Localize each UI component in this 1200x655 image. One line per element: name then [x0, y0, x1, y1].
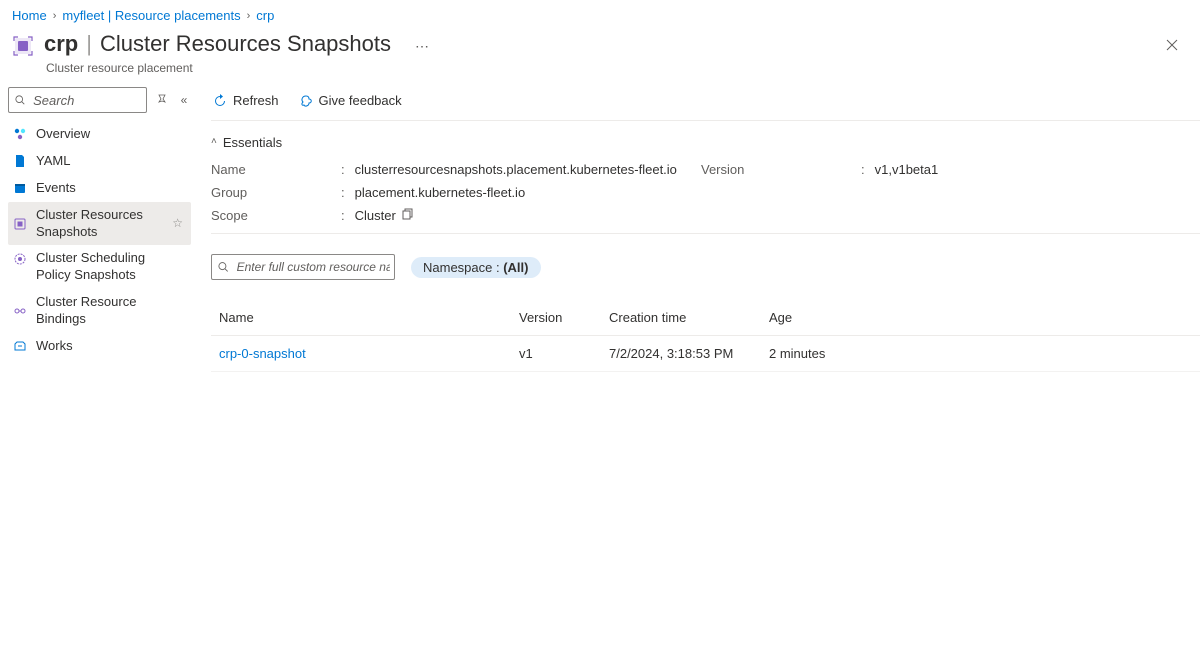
- essentials-version-label: Version: [701, 162, 861, 177]
- essentials-scope-value: Cluster: [355, 208, 396, 223]
- page-title: Cluster Resources Snapshots: [100, 31, 391, 57]
- namespace-filter[interactable]: Namespace : (All): [411, 257, 541, 278]
- resource-type-label: Cluster resource placement: [44, 61, 434, 75]
- sidebar-item-yaml[interactable]: YAML: [8, 148, 191, 175]
- sidebar-item-cluster-scheduling-policy-snapshots[interactable]: Cluster Scheduling Policy Snapshots: [8, 245, 191, 289]
- essentials-name-label: Name: [211, 162, 341, 177]
- sidebar-item-label: Cluster Resource Bindings: [36, 294, 183, 328]
- cell-creation-time: 7/2/2024, 3:18:53 PM: [601, 336, 761, 372]
- main-content: Refresh Give feedback ˄ Essentials Name …: [195, 81, 1200, 372]
- close-button[interactable]: [1160, 33, 1184, 57]
- copy-icon[interactable]: [402, 208, 414, 223]
- page-header: crp | Cluster Resources Snapshots ⋯ Clus…: [0, 29, 1200, 81]
- resource-name: crp: [44, 31, 78, 57]
- essentials-version-value: v1,v1beta1: [875, 162, 939, 177]
- chevron-up-icon: ˄: [211, 136, 217, 147]
- essentials-section: ˄ Essentials Name : clusterresourcesnaps…: [211, 121, 1200, 234]
- file-icon: [12, 154, 28, 168]
- title-divider: |: [86, 31, 92, 57]
- feedback-label: Give feedback: [319, 93, 402, 108]
- sidebar-search[interactable]: [8, 87, 147, 113]
- search-icon: [15, 94, 25, 106]
- favorite-star-icon[interactable]: ☆: [172, 216, 183, 232]
- cell-version: v1: [511, 336, 601, 372]
- essentials-group-label: Group: [211, 185, 341, 200]
- sidebar-item-label: Events: [36, 180, 183, 197]
- th-age[interactable]: Age: [761, 300, 1200, 336]
- sidebar-item-cluster-resource-bindings[interactable]: Cluster Resource Bindings: [8, 289, 191, 333]
- refresh-icon: [213, 94, 227, 108]
- essentials-toggle[interactable]: ˄ Essentials: [211, 135, 1200, 150]
- cell-age: 2 minutes: [761, 336, 1200, 372]
- more-button[interactable]: ⋯: [411, 34, 434, 59]
- chevron-right-icon: ›: [247, 10, 251, 22]
- works-icon: [12, 339, 28, 353]
- resource-type-icon: [12, 35, 34, 57]
- filter-bar: Namespace : (All): [211, 234, 1200, 288]
- essentials-group-value: placement.kubernetes-fleet.io: [355, 185, 526, 200]
- namespace-filter-label: Namespace :: [423, 260, 500, 275]
- overview-icon: [12, 127, 28, 141]
- toolbar: Refresh Give feedback: [211, 81, 1200, 121]
- sidebar-item-label: Overview: [36, 126, 183, 143]
- sidebar-item-label: Cluster Resources Snapshots: [36, 207, 164, 241]
- th-version[interactable]: Version: [511, 300, 601, 336]
- snapshot-icon: [12, 217, 28, 231]
- feedback-icon: [299, 94, 313, 108]
- essentials-name-value: clusterresourcesnapshots.placement.kuber…: [355, 162, 677, 177]
- resource-name-filter-input[interactable]: [233, 258, 394, 276]
- essentials-title: Essentials: [223, 135, 282, 150]
- namespace-filter-value: (All): [503, 260, 528, 275]
- sidebar: « Overview YAML Events Cluster Resources: [0, 81, 195, 372]
- events-icon: [12, 181, 28, 195]
- table-row[interactable]: crp-0-snapshot v1 7/2/2024, 3:18:53 PM 2…: [211, 336, 1200, 372]
- table-header-row: Name Version Creation time Age: [211, 300, 1200, 336]
- refresh-button[interactable]: Refresh: [211, 91, 281, 110]
- collapse-sidebar-icon[interactable]: «: [177, 93, 191, 107]
- chevron-right-icon: ›: [53, 10, 57, 22]
- sidebar-item-label: Works: [36, 338, 183, 355]
- sidebar-item-overview[interactable]: Overview: [8, 121, 191, 148]
- sidebar-item-works[interactable]: Works: [8, 333, 191, 360]
- essentials-scope-label: Scope: [211, 208, 341, 223]
- search-icon: [218, 261, 229, 273]
- th-creation-time[interactable]: Creation time: [601, 300, 761, 336]
- feedback-button[interactable]: Give feedback: [297, 91, 404, 110]
- refresh-label: Refresh: [233, 93, 279, 108]
- bindings-icon: [12, 304, 28, 318]
- breadcrumb-current[interactable]: crp: [256, 8, 274, 23]
- sidebar-search-input[interactable]: [29, 91, 146, 110]
- breadcrumb: Home › myfleet | Resource placements › c…: [0, 0, 1200, 29]
- sidebar-item-label: Cluster Scheduling Policy Snapshots: [36, 250, 183, 284]
- breadcrumb-home[interactable]: Home: [12, 8, 47, 23]
- sidebar-item-label: YAML: [36, 153, 183, 170]
- pin-icon[interactable]: [155, 93, 169, 107]
- breadcrumb-resource[interactable]: myfleet | Resource placements: [62, 8, 240, 23]
- policy-snapshot-icon: [12, 252, 28, 266]
- sidebar-item-events[interactable]: Events: [8, 175, 191, 202]
- resources-table: Name Version Creation time Age crp-0-sna…: [211, 300, 1200, 372]
- resource-name-filter[interactable]: [211, 254, 395, 280]
- sidebar-item-cluster-resources-snapshots[interactable]: Cluster Resources Snapshots ☆: [8, 202, 191, 246]
- th-name[interactable]: Name: [211, 300, 511, 336]
- resource-link[interactable]: crp-0-snapshot: [219, 346, 306, 361]
